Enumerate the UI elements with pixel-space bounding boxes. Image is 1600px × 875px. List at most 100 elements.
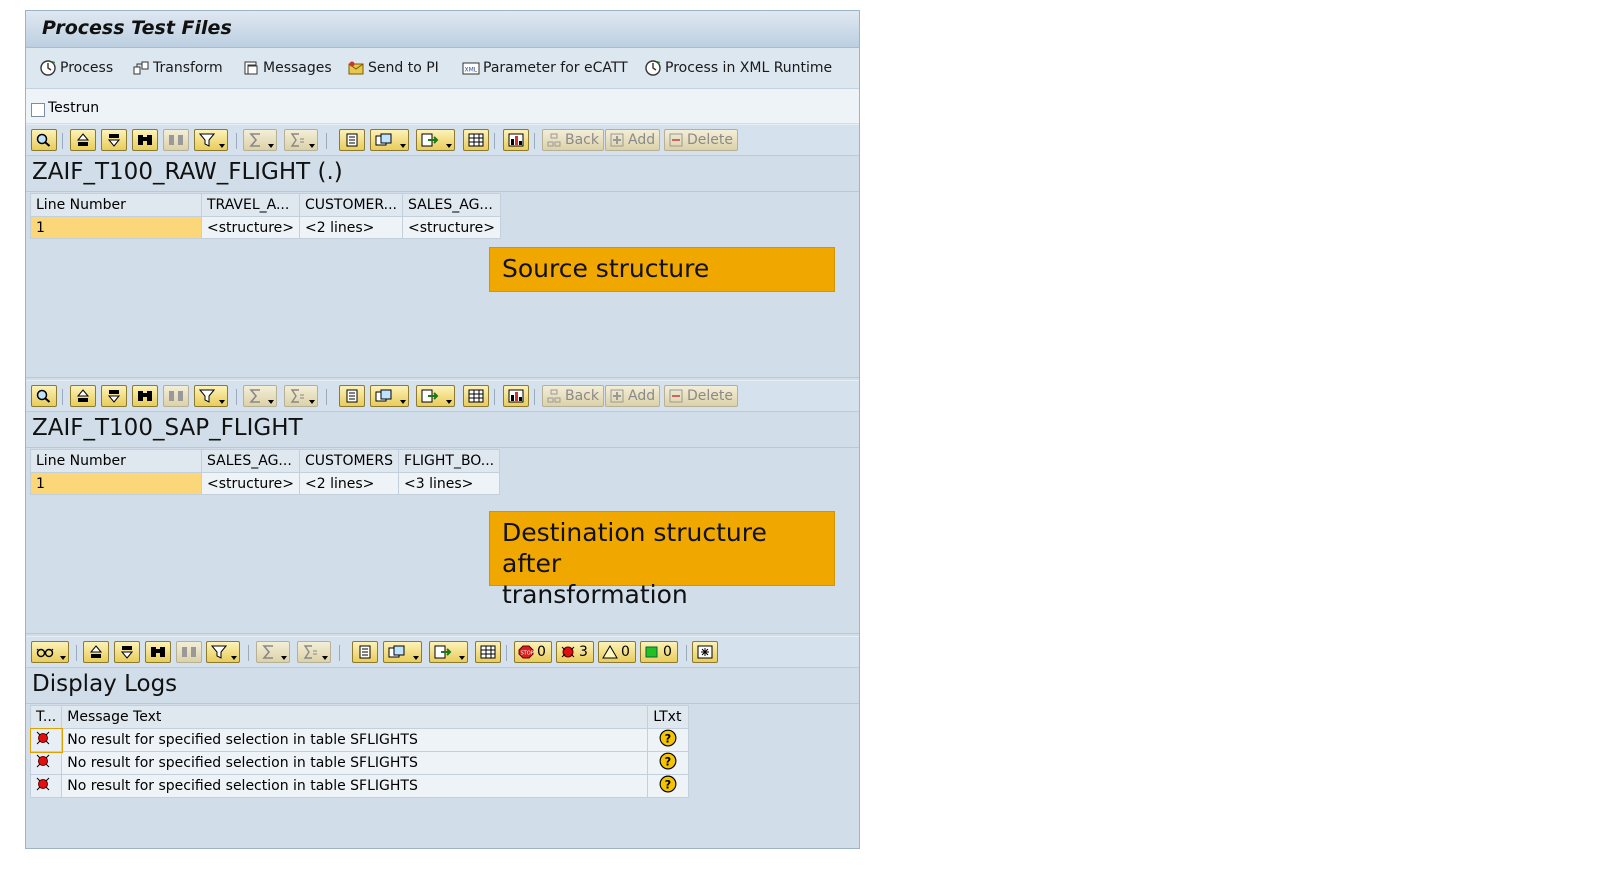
table-cell[interactable]: ?	[647, 751, 690, 775]
success-count-button[interactable]: 0	[640, 641, 678, 663]
sort-descending-button[interactable]	[101, 129, 127, 151]
export-button[interactable]	[416, 385, 455, 407]
column-header[interactable]: SALES_AG...	[201, 449, 300, 473]
column-header[interactable]: Message Text	[61, 705, 649, 729]
views-button[interactable]	[383, 641, 422, 663]
table-cell[interactable]: <structure>	[201, 216, 300, 239]
table-cell[interactable]: <2 lines>	[299, 216, 403, 239]
print-button[interactable]	[339, 385, 365, 407]
details-button[interactable]	[31, 129, 57, 151]
total-button[interactable]	[243, 129, 277, 151]
column-header[interactable]: T...	[29, 705, 63, 729]
sort-descending-button[interactable]	[101, 385, 127, 407]
column-header[interactable]: CUSTOMERS	[298, 449, 400, 473]
delete-button[interactable]: Delete	[664, 129, 738, 151]
table-row[interactable]: No result for specified selection in tab…	[29, 727, 690, 753]
find-next-button[interactable]	[163, 129, 189, 151]
column-header[interactable]: FLIGHT_BO...	[398, 449, 501, 473]
process-button[interactable]: Process	[39, 58, 113, 78]
find-button[interactable]	[132, 385, 158, 407]
find-button[interactable]	[145, 641, 171, 663]
print-button[interactable]	[352, 641, 378, 663]
table-cell[interactable]: <2 lines>	[298, 472, 400, 495]
subtotal-button[interactable]	[284, 129, 318, 151]
layout-button[interactable]	[463, 129, 489, 151]
table-cell[interactable]: ?	[647, 728, 690, 752]
table-cell[interactable]: ?	[647, 774, 690, 798]
sort-ascending-button[interactable]	[83, 641, 109, 663]
add-button[interactable]: Add	[605, 385, 661, 407]
table-cell[interactable]: <3 lines>	[398, 472, 501, 495]
total-button[interactable]	[256, 641, 290, 663]
sort-ascending-icon	[76, 389, 90, 402]
table-row[interactable]: No result for specified selection in tab…	[29, 774, 690, 798]
views-button[interactable]	[370, 385, 409, 407]
table-cell[interactable]: 1	[30, 216, 202, 239]
graphic-button[interactable]	[503, 129, 529, 151]
parameter-ecatt-button[interactable]: XML Parameter for eCATT	[462, 58, 628, 78]
back-button[interactable]: Back	[542, 385, 604, 407]
table-cell[interactable]: No result for specified selection in tab…	[61, 774, 649, 798]
filter-button[interactable]	[206, 641, 240, 663]
layout-button[interactable]	[475, 641, 501, 663]
export-button[interactable]	[416, 129, 455, 151]
svg-text:STOP: STOP	[521, 651, 534, 657]
delete-button[interactable]: Delete	[664, 385, 738, 407]
column-header[interactable]: TRAVEL_A...	[201, 193, 300, 217]
column-header[interactable]: SALES_AG...	[401, 193, 501, 217]
total-button[interactable]	[243, 385, 277, 407]
subtotal-button[interactable]	[297, 641, 331, 663]
table-cell[interactable]: <structure>	[201, 472, 300, 495]
send-to-pi-button[interactable]: Send to PI	[347, 58, 439, 78]
error-count-button[interactable]: 3	[556, 641, 594, 663]
find-next-button[interactable]	[176, 641, 202, 663]
export-button[interactable]	[429, 641, 468, 663]
table-cell[interactable]: <structure>	[401, 216, 501, 239]
transform-button[interactable]: Transform	[132, 58, 223, 78]
table-cell[interactable]: 1	[30, 472, 202, 495]
column-header[interactable]: CUSTOMER...	[299, 193, 403, 217]
views-button[interactable]	[370, 129, 409, 151]
table-row[interactable]: 1 <structure> <2 lines> <3 lines>	[30, 472, 501, 495]
table-row[interactable]: No result for specified selection in tab…	[29, 751, 690, 775]
filter-button[interactable]	[194, 385, 228, 407]
process-xml-runtime-button[interactable]: Process in XML Runtime	[644, 58, 832, 78]
technical-info-button[interactable]	[31, 641, 69, 663]
column-header[interactable]: Line Number	[30, 193, 202, 217]
back-button[interactable]: Back	[542, 129, 604, 151]
sort-descending-button[interactable]	[114, 641, 140, 663]
find-next-button[interactable]	[163, 385, 189, 407]
expand-button[interactable]	[692, 641, 718, 663]
sap-window: Process Test Files Process Transform Mes…	[25, 10, 860, 849]
table-cell[interactable]	[29, 727, 63, 753]
layout-button[interactable]	[463, 385, 489, 407]
sort-ascending-button[interactable]	[70, 129, 96, 151]
testrun-checkbox[interactable]	[31, 103, 45, 117]
table-cell[interactable]: No result for specified selection in tab…	[61, 728, 649, 752]
filter-button[interactable]	[194, 129, 228, 151]
table-row[interactable]: 1 <structure> <2 lines> <structure>	[30, 216, 501, 239]
find-button[interactable]	[132, 129, 158, 151]
column-header[interactable]: Line Number	[30, 449, 202, 473]
warning-count-button[interactable]: 0	[598, 641, 636, 663]
error-icon	[36, 777, 50, 791]
print-button[interactable]	[339, 129, 365, 151]
sort-ascending-button[interactable]	[70, 385, 96, 407]
graphic-button[interactable]	[503, 385, 529, 407]
error-count: 3	[579, 644, 588, 660]
subtotal-icon	[303, 645, 317, 659]
column-header[interactable]: LTxt	[647, 705, 690, 729]
sort-ascending-icon	[89, 645, 103, 658]
stop-count-button[interactable]: STOP 0	[514, 641, 552, 663]
window-title: Process Test Files	[42, 17, 232, 39]
table-cell[interactable]	[29, 774, 63, 798]
table-cell[interactable]	[29, 751, 63, 775]
parameter-ecatt-label: Parameter for eCATT	[483, 60, 628, 76]
subtotal-button[interactable]	[284, 385, 318, 407]
sort-descending-icon	[107, 134, 121, 147]
details-button[interactable]	[31, 385, 57, 407]
add-button[interactable]: Add	[605, 129, 661, 151]
print-preview-icon	[359, 645, 371, 659]
table-cell[interactable]: No result for specified selection in tab…	[61, 751, 649, 775]
messages-button[interactable]: Messages	[242, 58, 332, 78]
